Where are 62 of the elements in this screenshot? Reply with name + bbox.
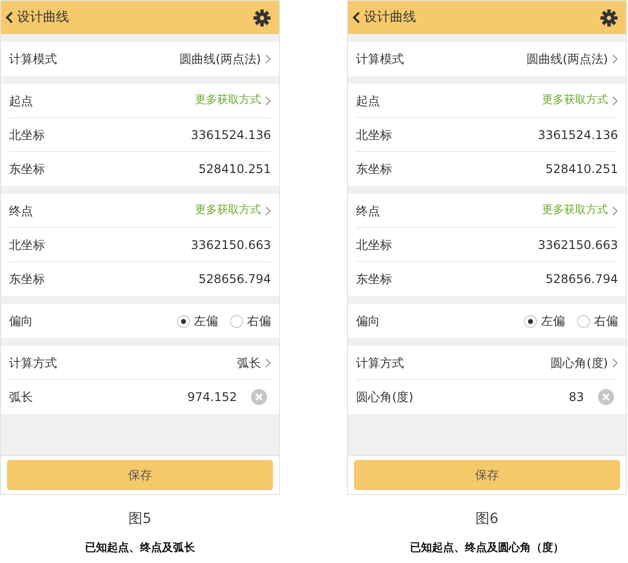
value-field[interactable]: 974.152 <box>117 388 237 406</box>
radio-label: 左偏 <box>194 313 218 330</box>
radio-label: 右偏 <box>247 313 271 330</box>
row-label: 圆心角(度) <box>356 389 414 406</box>
coordinate-value: 528410.251 <box>545 161 618 178</box>
radio-button[interactable] <box>177 314 190 328</box>
chevron-right-icon <box>265 96 271 106</box>
chevron-right-icon <box>265 206 271 216</box>
figure-caption: 已知起点、终点及弧长 <box>85 540 195 556</box>
row-label: 东坐标 <box>356 271 393 288</box>
screen-title: 设计曲线 <box>17 8 70 27</box>
row-label: 偏向 <box>356 313 381 330</box>
figure-caption: 已知起点、终点及圆心角（度） <box>410 540 564 556</box>
coordinate-value: 528656.794 <box>198 271 271 288</box>
chevron-right-icon <box>265 54 271 64</box>
row-label: 偏向 <box>9 313 34 330</box>
chevron-right-icon <box>612 54 618 64</box>
figure-label: 图6 <box>476 510 498 529</box>
row-label: 北坐标 <box>9 236 46 254</box>
screen-title: 设计曲线 <box>364 8 417 27</box>
row-label: 计算方式 <box>9 354 58 372</box>
coordinate-value: 3361524.136 <box>190 126 271 144</box>
chevron-right-icon <box>612 96 618 106</box>
radio-button[interactable] <box>230 314 243 328</box>
coordinate-value: 528656.794 <box>545 271 618 288</box>
row-label: 计算模式 <box>356 51 405 68</box>
row-label: 起点 <box>9 92 34 110</box>
radio-label: 右偏 <box>594 313 618 330</box>
row-value[interactable]: 圆心角(度) <box>550 354 608 372</box>
row-label: 弧长 <box>9 389 34 406</box>
coordinate-value: 528410.251 <box>198 161 271 178</box>
figure-label: 图5 <box>128 510 152 529</box>
back-icon[interactable] <box>352 11 361 24</box>
chevron-right-icon <box>265 358 271 368</box>
value-field[interactable]: 83 <box>464 388 584 406</box>
row-value[interactable]: 圆曲线(两点法) <box>526 50 608 68</box>
row-label: 东坐标 <box>356 161 393 178</box>
row-value[interactable]: 圆曲线(两点法) <box>180 50 261 68</box>
save-button[interactable]: 保存 <box>7 460 273 490</box>
row-label: 北坐标 <box>9 126 46 144</box>
coordinate-value: 3362150.663 <box>538 236 618 254</box>
radio-label: 左偏 <box>541 313 565 330</box>
row-label: 北坐标 <box>356 126 393 144</box>
coordinate-value: 3361524.136 <box>538 126 618 144</box>
settings-icon[interactable] <box>600 8 618 26</box>
row-label: 起点 <box>356 92 381 110</box>
row-label: 东坐标 <box>9 161 46 178</box>
back-icon[interactable] <box>5 11 14 24</box>
row-label: 北坐标 <box>356 236 393 254</box>
settings-icon[interactable] <box>253 8 271 26</box>
save-button[interactable]: 保存 <box>354 460 620 490</box>
row-label: 计算方式 <box>356 354 405 372</box>
chevron-right-icon <box>612 206 618 216</box>
row-label: 终点 <box>356 202 381 220</box>
row-label: 东坐标 <box>9 271 46 288</box>
coordinate-value: 3362150.663 <box>190 236 271 254</box>
radio-button[interactable] <box>577 314 590 328</box>
radio-button[interactable] <box>524 314 537 328</box>
chevron-right-icon <box>612 358 618 368</box>
row-label: 计算模式 <box>9 51 58 68</box>
row-label: 终点 <box>9 202 34 220</box>
row-value[interactable]: 弧长 <box>237 354 261 372</box>
